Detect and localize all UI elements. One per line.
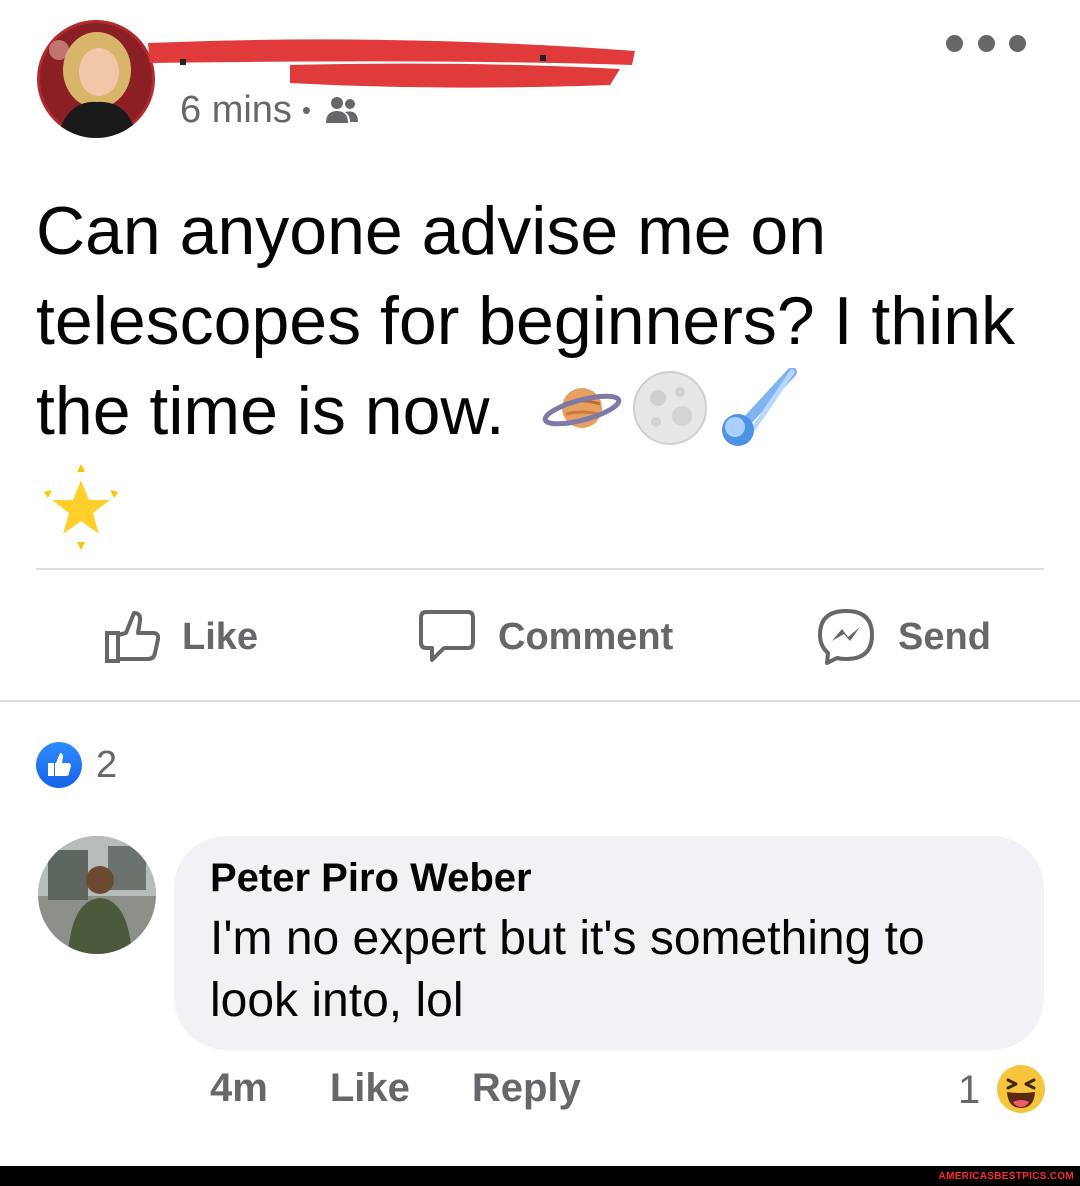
comment-actions: 4m Like Reply bbox=[210, 1066, 643, 1111]
comment-author[interactable]: Peter Piro Weber bbox=[210, 856, 532, 901]
footer-brand: AMERICASBESTPICS.COM bbox=[938, 1171, 1074, 1182]
ringed-planet-icon bbox=[542, 388, 621, 429]
post-divider bbox=[36, 568, 1044, 570]
comment-reaction-count: 1 bbox=[958, 1068, 981, 1112]
comment-button[interactable]: Comment bbox=[418, 604, 673, 670]
comment-icon bbox=[419, 610, 475, 662]
comment-reply-button[interactable]: Reply bbox=[472, 1066, 581, 1111]
meta-separator: • bbox=[301, 94, 312, 125]
footer-bar bbox=[0, 1166, 1080, 1186]
like-label: Like bbox=[182, 615, 259, 658]
haha-reaction-icon[interactable] bbox=[996, 1064, 1046, 1114]
post-meta: 6 mins • bbox=[180, 88, 359, 132]
reaction-summary[interactable]: 2 bbox=[36, 742, 117, 788]
sparkles-star-icon bbox=[44, 464, 118, 551]
comment-label: Comment bbox=[498, 615, 674, 658]
messenger-icon bbox=[818, 609, 874, 665]
commenter-avatar[interactable] bbox=[38, 836, 156, 954]
comet-icon bbox=[721, 368, 797, 447]
send-button[interactable]: Send bbox=[816, 604, 991, 670]
thumbs-up-icon bbox=[105, 611, 160, 663]
like-button[interactable]: Like bbox=[104, 604, 258, 670]
comment-time[interactable]: 4m bbox=[210, 1066, 268, 1111]
poster-avatar[interactable] bbox=[37, 20, 155, 138]
post-body: Can anyone advise me on telescopes for b… bbox=[36, 186, 1036, 574]
post-time[interactable]: 6 mins bbox=[180, 89, 292, 132]
comment-like-button[interactable]: Like bbox=[330, 1066, 410, 1111]
post-text: Can anyone advise me on telescopes for b… bbox=[36, 193, 1016, 449]
like-reaction-icon bbox=[36, 742, 82, 788]
action-divider bbox=[0, 700, 1080, 702]
name-redaction bbox=[148, 39, 635, 88]
friends-icon bbox=[326, 97, 359, 123]
reaction-count: 2 bbox=[96, 743, 118, 786]
comment-text: I'm no expert but it's something to look… bbox=[210, 912, 925, 1027]
more-options-icon[interactable] bbox=[946, 30, 1026, 56]
send-label: Send bbox=[898, 615, 991, 658]
full-moon-icon bbox=[632, 371, 707, 446]
